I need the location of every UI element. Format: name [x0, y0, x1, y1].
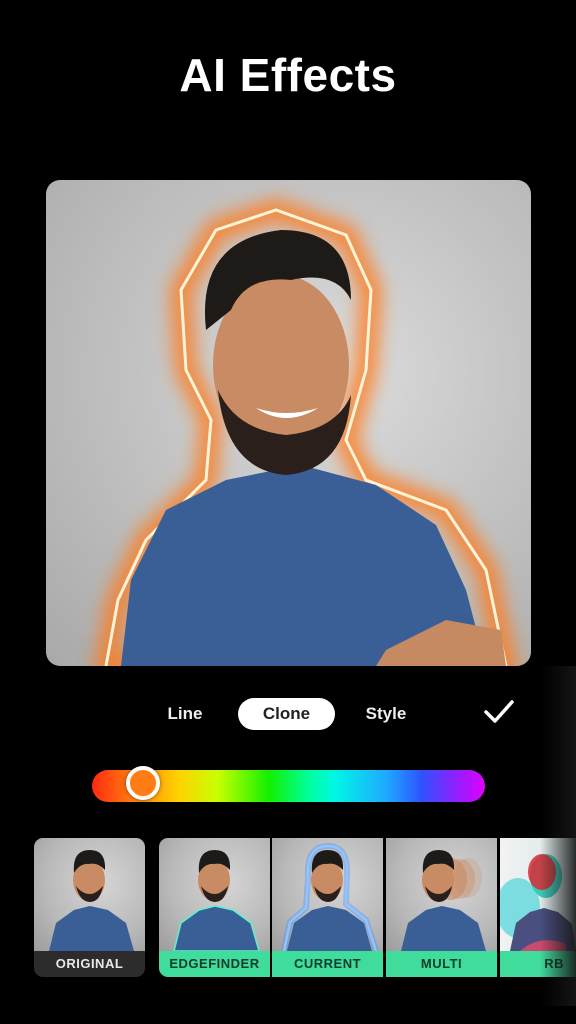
effect-label: EDGEFINDER [159, 951, 270, 977]
checkmark-icon [484, 700, 514, 723]
page-title: AI Effects [179, 49, 397, 101]
effect-multi[interactable]: MULTI [386, 838, 497, 977]
person-photo [94, 198, 518, 666]
effect-label: CURRENT [272, 951, 383, 977]
effects-strip: ORIGINAL EDGEFINDER CURRENT MULTI RB [0, 838, 576, 978]
effect-current[interactable]: CURRENT [272, 838, 383, 977]
effect-label: MULTI [386, 951, 497, 977]
effect-original[interactable]: ORIGINAL [34, 838, 145, 977]
effect-label: ORIGINAL [34, 951, 145, 977]
color-slider[interactable] [92, 766, 485, 802]
effect-edgefinder[interactable]: EDGEFINDER [159, 838, 270, 977]
tab-clone[interactable]: Clone [238, 698, 335, 730]
thumbnail-image [49, 850, 134, 951]
thumbnail-image [173, 850, 260, 951]
color-slider-handle[interactable] [126, 766, 161, 800]
side-panel-edge [540, 666, 576, 1006]
thumbnail-image [401, 850, 486, 951]
tab-style[interactable]: Style [360, 698, 412, 730]
effect-preview-image [46, 180, 531, 666]
thumbnail-image [281, 842, 379, 951]
tab-line[interactable]: Line [160, 698, 210, 730]
confirm-button[interactable] [482, 697, 516, 727]
